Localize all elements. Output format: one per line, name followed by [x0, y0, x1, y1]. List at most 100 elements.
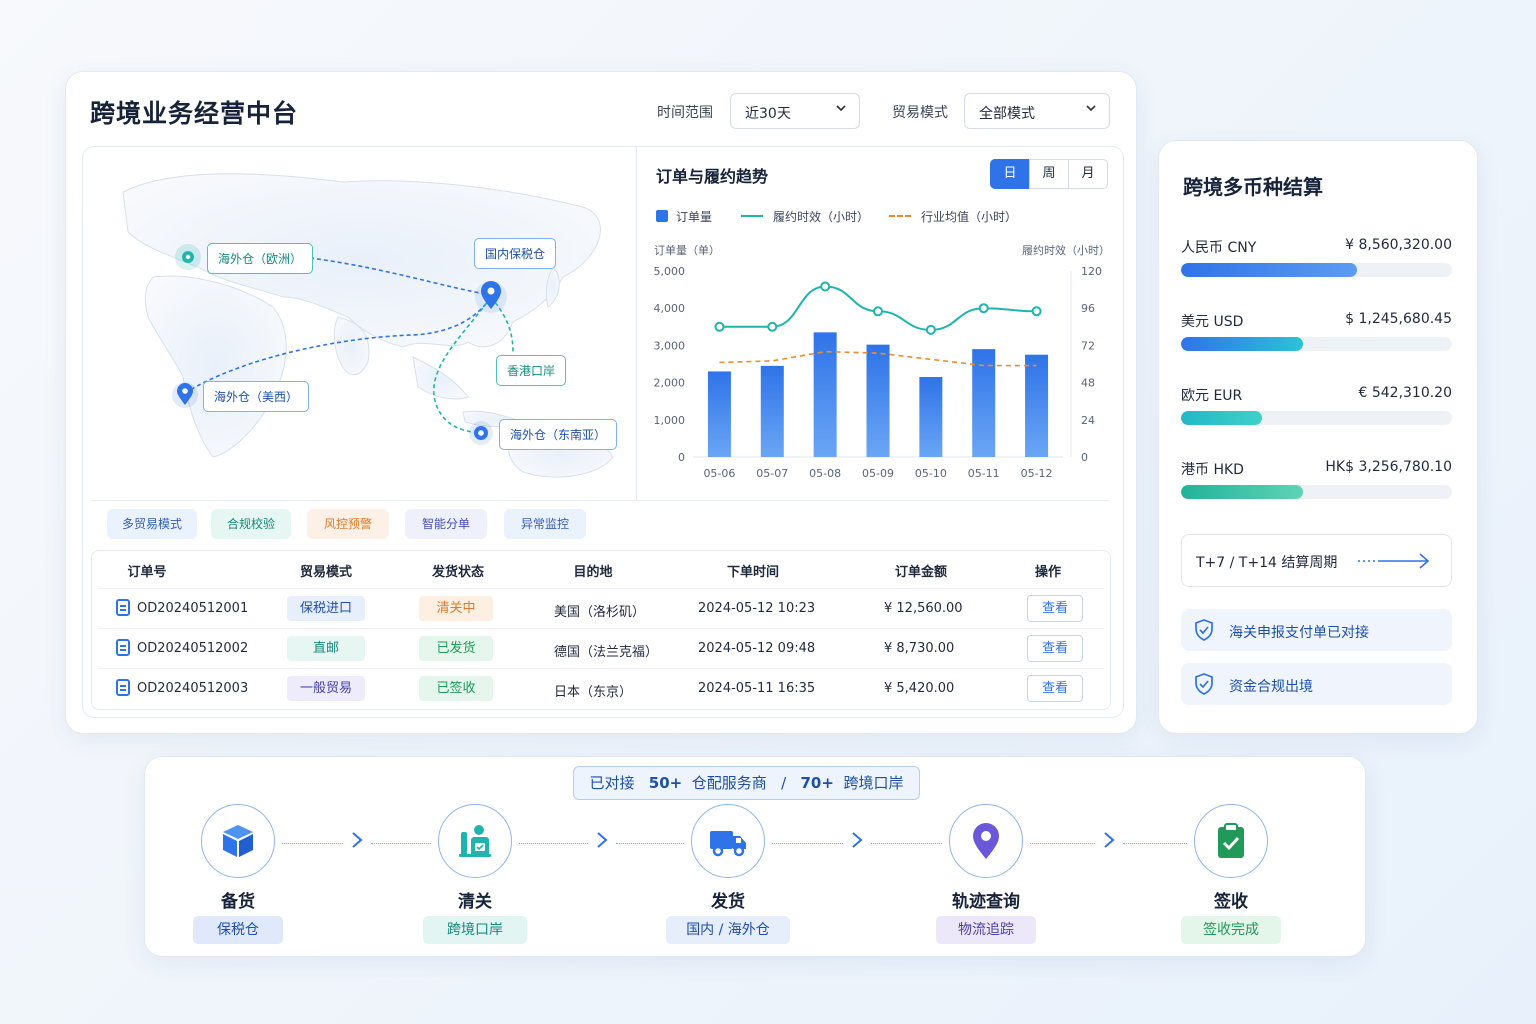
view-button[interactable]: 查看	[1027, 595, 1083, 622]
customs-icon	[456, 822, 494, 860]
flow-connector	[1030, 843, 1095, 844]
flow-step-tag: 国内 / 海外仓	[666, 916, 790, 944]
order-amount: ¥ 8,730.00	[884, 641, 955, 656]
bar-orders	[1025, 354, 1049, 457]
customs-payment-label: 海关申报支付单已对接	[1229, 625, 1369, 641]
flow-step-ship[interactable]	[691, 804, 765, 878]
feature-tag-anomaly-monitor[interactable]: 异常监控	[504, 509, 586, 539]
chevron-right-icon	[851, 830, 863, 856]
chart-title: 订单与履约趋势	[656, 167, 769, 186]
legend-orders-label: 订单量	[676, 210, 713, 224]
flow-step-tag: 物流追踪	[936, 916, 1036, 944]
flow-step-tag: 保税仓	[193, 916, 283, 944]
point-fulfillment	[714, 321, 725, 332]
legend-fulfillment: 履约时效（小时）	[741, 208, 869, 225]
banner-prefix: 已对接	[589, 774, 635, 792]
legend-swatch-bar	[656, 210, 668, 222]
banner-port-label: 跨境口岸	[843, 774, 904, 792]
truck-icon	[708, 824, 748, 858]
y-right-tick-label: 0	[1081, 451, 1088, 464]
legend-swatch-dashed	[889, 215, 911, 217]
flow-step-tag: 签收完成	[1181, 916, 1281, 944]
view-button[interactable]: 查看	[1027, 635, 1083, 662]
document-icon	[116, 679, 130, 696]
clipboard-check-icon	[1214, 822, 1248, 860]
flow-connector	[772, 843, 843, 844]
y-right-tick-label: 24	[1081, 414, 1095, 427]
flow-step-tracking[interactable]	[949, 804, 1023, 878]
currency-name: 港币 HKD	[1181, 462, 1244, 478]
table-row[interactable]: OD20240512002 直邮 已发货 德国（法兰克福） 2024-05-12 09:…	[98, 628, 1104, 668]
range-tab-month[interactable]: 月	[1068, 159, 1108, 189]
dashboard-main-card: 跨境业务经营中台 时间范围 近30天 贸易模式 全部模式 海外仓（欧洲） 国内保…	[65, 71, 1137, 734]
feature-tag-multi-trade-mode[interactable]: 多贸易模式	[107, 509, 197, 539]
flow-step-title: 备货	[221, 892, 255, 912]
ship-status-badge: 已发货	[419, 636, 493, 661]
currency-amount: HK$ 3,256,780.10	[1325, 459, 1452, 475]
order-time: 2024-05-12 09:48	[698, 641, 816, 656]
shield-check-icon	[1193, 672, 1215, 700]
bar-orders	[866, 344, 890, 457]
flow-step-sign[interactable]	[1194, 804, 1268, 878]
currency-progress-fill	[1181, 411, 1263, 425]
pin-usw	[172, 382, 198, 408]
trade-mode-badge: 直邮	[287, 636, 365, 661]
trade-mode-badge: 保税进口	[287, 596, 365, 621]
view-button[interactable]: 查看	[1027, 675, 1083, 702]
banner-provider-label: 仓配服务商	[691, 774, 767, 792]
flow-step-title: 清关	[458, 892, 492, 912]
fx-title: 跨境多币种结算	[1183, 175, 1323, 199]
chevron-down-icon	[835, 102, 847, 118]
legend-industry: 行业均值（小时）	[889, 208, 1017, 225]
pin-eu	[175, 244, 201, 270]
flow-connector	[370, 843, 431, 844]
currency-amount: ¥ 8,560,320.00	[1345, 237, 1452, 253]
orders-table: 订单号 贸易模式 发货状态 目的地 下单时间 订单金额 操作 OD20240512001 保税…	[91, 550, 1111, 710]
settlement-cycle[interactable]: T+7 / T+14 结算周期	[1181, 534, 1452, 587]
point-fulfillment	[1031, 306, 1042, 317]
table-row[interactable]: OD20240512001 保税进口 清关中 美国（洛杉矶） 2024-05-12 10…	[98, 588, 1104, 628]
flow-step-customs[interactable]	[438, 804, 512, 878]
map-label-usw-warehouse[interactable]: 海外仓（美西）	[203, 381, 310, 412]
x-tick-label: 05-10	[915, 467, 947, 480]
map-label-eu-warehouse[interactable]: 海外仓（欧洲）	[207, 243, 314, 274]
y-right-tick-label: 96	[1081, 302, 1095, 315]
flow-step-title: 发货	[711, 892, 745, 912]
world-map: 海外仓（欧洲） 国内保税仓 香港口岸 海外仓（美西） 海外仓（东南亚）	[83, 147, 636, 500]
chevron-right-icon	[1103, 830, 1115, 856]
feature-tag-smart-split[interactable]: 智能分单	[405, 509, 487, 539]
y-left-tick-label: 3,000	[654, 339, 686, 352]
time-range-select[interactable]: 近30天	[730, 93, 860, 129]
flow-connector	[1122, 843, 1187, 844]
map-label-sea-warehouse[interactable]: 海外仓（东南亚）	[499, 419, 618, 450]
order-time: 2024-05-12 10:23	[698, 601, 816, 616]
panel-divider	[636, 147, 637, 500]
settlement-cycle-label: T+7 / T+14 结算周期	[1196, 555, 1338, 571]
currency-amount: € 542,310.20	[1358, 385, 1452, 401]
table-header-col-order-time: 下单时间	[726, 565, 779, 580]
flow-connector	[282, 843, 343, 844]
trade-mode-badge: 一般贸易	[287, 676, 365, 701]
point-fulfillment	[767, 321, 778, 332]
legend-orders: 订单量	[656, 208, 712, 225]
document-icon	[116, 599, 130, 616]
flow-step-stock[interactable]	[201, 804, 275, 878]
y-left-tick-label: 0	[678, 451, 685, 464]
map-label-bonded-warehouse[interactable]: 国内保税仓	[474, 238, 557, 269]
integration-banner: 已对接 50+ 仓配服务商 / 70+ 跨境口岸	[573, 766, 920, 800]
feature-tag-risk-alert[interactable]: 风控预警	[307, 509, 389, 539]
trade-mode-select[interactable]: 全部模式	[964, 93, 1110, 129]
order-amount: ¥ 12,560.00	[884, 601, 963, 616]
table-header-col-destination: 目的地	[573, 565, 613, 580]
map-label-hk-port[interactable]: 香港口岸	[496, 355, 567, 386]
feature-tag-compliance-check[interactable]: 合规校验	[211, 509, 291, 539]
time-range-label: 时间范围	[657, 105, 713, 121]
chevron-right-icon	[596, 830, 608, 856]
y-left-tick-label: 1,000	[654, 414, 686, 427]
bar-orders	[919, 377, 943, 457]
trade-mode-value: 全部模式	[979, 106, 1035, 122]
range-tab-week[interactable]: 周	[1029, 159, 1069, 189]
range-tab-day[interactable]: 日	[990, 159, 1030, 189]
ship-status-badge: 清关中	[419, 596, 493, 621]
table-row[interactable]: OD20240512003 一般贸易 已签收 日本（东京） 2024-05-11 16:…	[98, 668, 1104, 708]
